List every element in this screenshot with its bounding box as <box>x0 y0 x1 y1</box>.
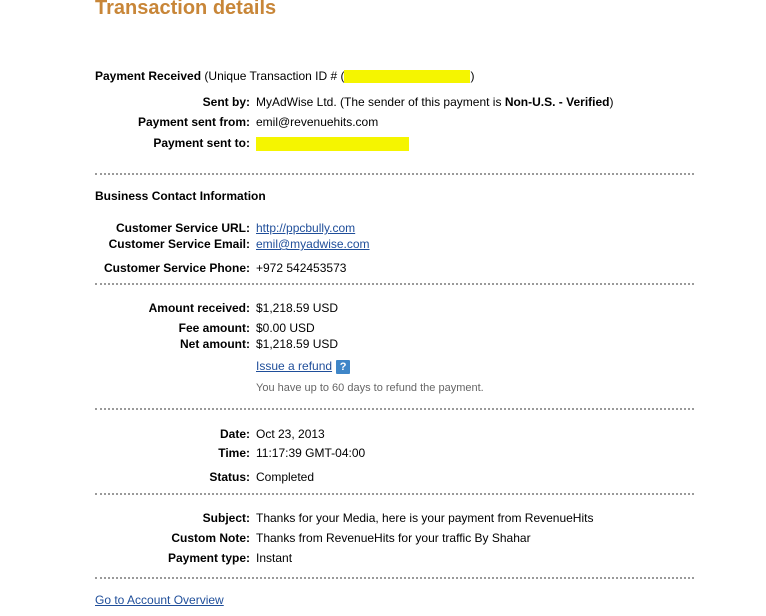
time-value: 11:17:39 GMT-04:00 <box>256 446 366 460</box>
sender-note-prefix: (The sender of this payment is <box>340 95 502 109</box>
transaction-id-suffix: ) <box>470 69 475 83</box>
date-value: Oct 23, 2013 <box>256 427 325 441</box>
time-label: Time: <box>218 446 250 460</box>
subject-row: Subject: Thanks for your Media, here is … <box>0 510 760 526</box>
cs-url-label: Customer Service URL: <box>115 221 250 235</box>
cs-email-link[interactable]: emil@myadwise.com <box>256 237 370 251</box>
net-amount-value: $1,218.59 USD <box>256 337 339 351</box>
date-label: Date: <box>219 427 250 441</box>
sent-by-label: Sent by: <box>202 95 250 109</box>
cs-url-link[interactable]: http://ppcbully.com <box>256 221 355 235</box>
sent-by-value: MyAdWise Ltd. (The sender of this paymen… <box>256 94 614 110</box>
net-amount-label: Net amount: <box>180 337 250 351</box>
sent-from-value: emil@revenuehits.com <box>256 115 379 129</box>
subject-label: Subject: <box>202 511 250 525</box>
transaction-id-prefix: (Unique Transaction ID # ( <box>204 69 345 83</box>
payment-received-label: Payment Received <box>95 69 202 83</box>
divider <box>95 408 694 410</box>
custom-note-value: Thanks from RevenueHits for your traffic… <box>256 531 531 545</box>
custom-note-row: Custom Note: Thanks from RevenueHits for… <box>0 530 760 546</box>
sent-to-label: Payment sent to: <box>153 136 250 150</box>
divider <box>95 283 694 285</box>
divider <box>95 577 694 579</box>
status-value: Completed <box>256 470 315 484</box>
amount-received-row: Amount received: $1,218.59 USD <box>0 300 760 316</box>
refund-row: Issue a refund? <box>0 358 760 374</box>
date-row: Date: Oct 23, 2013 <box>0 426 760 442</box>
cs-email-label: Customer Service Email: <box>108 237 250 251</box>
sender-note-suffix: ) <box>609 95 614 109</box>
cs-phone-value: +972 542453573 <box>256 261 347 275</box>
cs-phone-row: Customer Service Phone: +972 542453573 <box>0 260 760 276</box>
fee-amount-label: Fee amount: <box>178 321 250 335</box>
status-label: Status: <box>209 470 250 484</box>
sent-from-label: Payment sent from: <box>137 115 250 129</box>
recipient-redaction <box>256 136 409 151</box>
sent-to-value <box>256 135 409 151</box>
refund-note: You have up to 60 days to refund the pay… <box>256 382 484 394</box>
custom-note-label: Custom Note: <box>171 531 250 545</box>
time-row: Time: 11:17:39 GMT-04:00 <box>0 445 760 461</box>
issue-refund-link[interactable]: Issue a refund <box>256 359 332 373</box>
sender-name: MyAdWise Ltd. <box>256 95 337 109</box>
fee-amount-row: Fee amount: $0.00 USD <box>0 320 760 336</box>
cs-phone-label: Customer Service Phone: <box>103 261 250 275</box>
divider <box>95 173 694 175</box>
payment-type-value: Instant <box>256 551 293 565</box>
divider <box>95 493 694 495</box>
payment-type-label: Payment type: <box>167 551 250 565</box>
account-overview-link[interactable]: Go to Account Overview <box>95 593 224 607</box>
subject-value: Thanks for your Media, here is your paym… <box>256 511 594 525</box>
status-row: Status: Completed <box>0 469 760 485</box>
payment-received-header: Payment Received (Unique Transaction ID … <box>95 69 475 84</box>
sent-by-row: Sent by: MyAdWise Ltd. (The sender of th… <box>0 94 760 110</box>
sent-from-row: Payment sent from: emil@revenuehits.com <box>0 114 760 130</box>
fee-amount-value: $0.00 USD <box>256 321 315 335</box>
amount-received-label: Amount received: <box>148 301 250 315</box>
sent-to-row: Payment sent to: <box>0 135 760 151</box>
business-contact-title: Business Contact Information <box>95 189 266 203</box>
transaction-id-redaction <box>344 70 471 84</box>
help-icon[interactable]: ? <box>336 359 351 374</box>
sender-status: Non-U.S. - Verified <box>504 95 610 109</box>
payment-type-row: Payment type: Instant <box>0 550 760 566</box>
amount-received-value: $1,218.59 USD <box>256 301 339 315</box>
net-amount-row: Net amount: $1,218.59 USD <box>0 336 760 352</box>
page-title: Transaction details <box>95 0 277 19</box>
cs-email-row: Customer Service Email: emil@myadwise.co… <box>0 236 760 252</box>
cs-url-row: Customer Service URL: http://ppcbully.co… <box>0 220 760 236</box>
